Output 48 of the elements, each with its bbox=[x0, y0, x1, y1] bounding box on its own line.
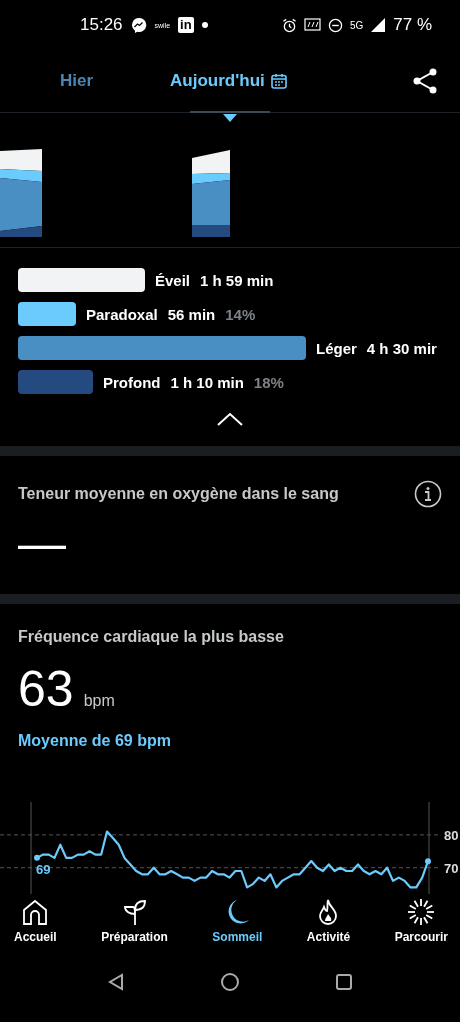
home-icon bbox=[21, 898, 50, 926]
section-title: Fréquence cardiaque la plus basse bbox=[18, 628, 284, 645]
back-icon[interactable] bbox=[107, 973, 126, 991]
chat-bubble-icon bbox=[130, 17, 147, 33]
oxygen-value: — bbox=[18, 520, 66, 568]
home-button-icon[interactable] bbox=[220, 972, 240, 992]
section-title: Teneur moyenne en oxygène dans le sang bbox=[18, 485, 339, 503]
day-tab[interactable]: Aujourd'hui bbox=[170, 65, 287, 97]
average-heart-rate: Moyenne de 69 bpm bbox=[18, 732, 171, 750]
battery-level: 77 % bbox=[393, 15, 432, 35]
stage-name: Éveil bbox=[155, 271, 191, 289]
stage-duration: 4 h 30 mir bbox=[366, 339, 437, 357]
nav-item[interactable]: Sommeil bbox=[206, 898, 269, 958]
stage-percent: 18% bbox=[253, 373, 284, 391]
burst-icon bbox=[407, 898, 436, 926]
stage-percent: 14% bbox=[225, 305, 256, 323]
pointer-icon bbox=[223, 114, 237, 122]
heart-rate-unit: bpm bbox=[83, 692, 115, 710]
recents-icon[interactable] bbox=[334, 973, 353, 991]
stage-duration: 1 h 10 min bbox=[170, 373, 244, 391]
nav-item[interactable]: Accueil bbox=[8, 898, 63, 958]
start-point bbox=[34, 854, 40, 861]
calendar-icon bbox=[270, 73, 287, 89]
refresh-rate-icon bbox=[303, 17, 321, 33]
alarm-icon bbox=[281, 17, 297, 33]
info-icon[interactable] bbox=[414, 480, 442, 508]
heart-rate-value: 63 bbox=[18, 660, 74, 718]
dot-icon bbox=[201, 22, 208, 28]
signal-icon bbox=[370, 17, 387, 33]
day-tab[interactable]: Hier bbox=[60, 65, 94, 97]
axis-label: 80 bbox=[444, 827, 459, 843]
app-badge: in bbox=[178, 17, 194, 33]
network-type: 5G bbox=[349, 19, 364, 31]
status-time: 15:26 bbox=[80, 15, 123, 35]
stage-name: Profond bbox=[103, 373, 161, 391]
stage-duration: 56 min bbox=[167, 305, 216, 323]
chart-annotation: 69 bbox=[36, 861, 51, 877]
axis-label: 70 bbox=[444, 860, 459, 876]
stage-duration: 1 h 59 min bbox=[200, 271, 274, 289]
nav-item[interactable]: Activité bbox=[300, 898, 357, 958]
nav-item[interactable]: Parcourir bbox=[388, 898, 454, 958]
share-icon[interactable] bbox=[412, 68, 438, 94]
collapse-icon[interactable] bbox=[217, 412, 243, 426]
do-not-disturb-icon bbox=[327, 17, 343, 33]
end-point bbox=[425, 858, 431, 865]
nav-item[interactable]: Préparation bbox=[95, 898, 174, 958]
stage-name: Paradoxal bbox=[86, 305, 158, 323]
stage-name: Léger bbox=[316, 339, 357, 357]
